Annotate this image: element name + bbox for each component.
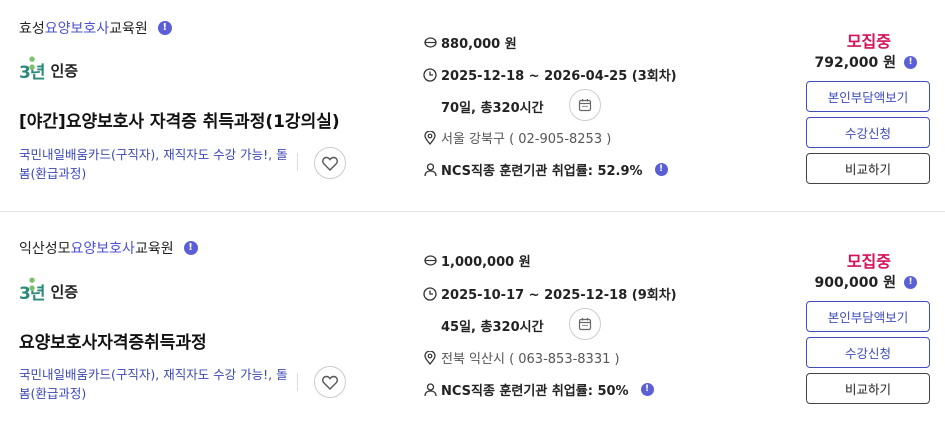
coin-icon (423, 36, 437, 50)
status-badge: 모집중 (846, 252, 891, 271)
info-icon[interactable]: ! (640, 383, 654, 396)
location-pin-icon (423, 350, 437, 365)
course-period: 2025-10-17 ~ 2025-12-18 (9회차) (423, 284, 677, 303)
institution-suffix: 교육원 (134, 241, 174, 257)
institution-suffix: 교육원 (109, 21, 148, 37)
apply-button[interactable]: 수강신청 (806, 117, 930, 148)
course-title[interactable]: 요양보호사자격증취득과정 (19, 328, 207, 353)
calendar-icon (578, 99, 592, 112)
course-location: 서울 강북구 ( 02-905-8253 ) (423, 128, 611, 147)
course-tags: 국민내일배움카드(구직자), 재직자도 수강 가능!, 돌봄(환급과정) (19, 367, 288, 401)
person-icon (423, 382, 437, 397)
person-icon (423, 162, 437, 177)
compare-button[interactable]: 비교하기 (806, 373, 930, 404)
certification: ● ● 3년 인증 (19, 55, 79, 83)
course-title[interactable]: [야간]요양보호사 자격증 취득과정(1강의실) (19, 107, 340, 132)
certification-badge: ● ● 3년 (19, 276, 45, 304)
certification-label: 인증 (50, 283, 79, 301)
course-employment: NCS직종 훈련기관 취업률: 52.9% ! (423, 160, 668, 179)
compare-button[interactable]: 비교하기 (806, 153, 930, 184)
clock-icon (423, 286, 437, 301)
self-pay-button[interactable]: 본인부담액보기 (806, 81, 930, 112)
calendar-button[interactable] (569, 89, 601, 121)
course-card: 효성 요양보호사 교육원 ! ● ● 3년 인증 [야간]요양보호사 자격증 취득과정… (0, 0, 945, 212)
institution-name[interactable]: 효성 요양보호사 교육원 ! (19, 18, 172, 38)
course-card: 익산성모 요양보호사 교육원 ! ● ● 3년 인증 요양보호사자격증취득과정 국민내… (0, 214, 945, 426)
info-icon[interactable]: ! (183, 241, 198, 255)
location-pin-icon (423, 130, 437, 145)
course-location: 전북 익산시 ( 063-853-8331 ) (423, 348, 620, 367)
certification-badge: ● ● 3년 (19, 55, 45, 83)
apply-button[interactable]: 수강신청 (806, 337, 930, 368)
calendar-icon (578, 318, 592, 331)
info-icon[interactable]: ! (654, 163, 668, 176)
course-fee: 1,000,000 원 (423, 251, 531, 270)
self-pay-button[interactable]: 본인부담액보기 (806, 301, 930, 332)
certification-label: 인증 (50, 62, 79, 80)
divider (297, 373, 298, 391)
institution-prefix: 익산성모 (19, 241, 71, 257)
institution-highlight: 요양보호사 (70, 241, 135, 257)
heart-icon (322, 156, 338, 171)
clock-icon (423, 67, 437, 82)
institution-name[interactable]: 익산성모 요양보호사 교육원 ! (19, 238, 198, 258)
coin-icon (423, 254, 437, 268)
course-period: 2025-12-18 ~ 2026-04-25 (3회차) (423, 65, 677, 84)
self-pay-price: 900,000 원 ! (814, 272, 917, 292)
institution-prefix: 효성 (19, 21, 45, 37)
course-fee: 880,000 원 (423, 33, 517, 52)
course-tags: 국민내일배움카드(구직자), 재직자도 수강 가능!, 돌봄(환급과정) (19, 147, 288, 181)
course-duration: 45일, 총320시간 (441, 320, 544, 335)
status-badge: 모집중 (846, 32, 891, 51)
heart-icon (322, 375, 338, 390)
self-pay-price: 792,000 원 ! (814, 52, 917, 72)
info-icon[interactable]: ! (157, 21, 172, 35)
favorite-button[interactable] (314, 147, 346, 179)
favorite-button[interactable] (314, 366, 346, 398)
info-icon[interactable]: ! (904, 55, 917, 69)
course-employment: NCS직종 훈련기관 취업률: 50% ! (423, 380, 654, 399)
calendar-button[interactable] (569, 308, 601, 340)
divider (297, 153, 298, 171)
certification: ● ● 3년 인증 (19, 276, 79, 304)
info-icon[interactable]: ! (904, 275, 917, 289)
institution-highlight: 요양보호사 (44, 21, 110, 37)
course-duration: 70일, 총320시간 (441, 101, 544, 116)
